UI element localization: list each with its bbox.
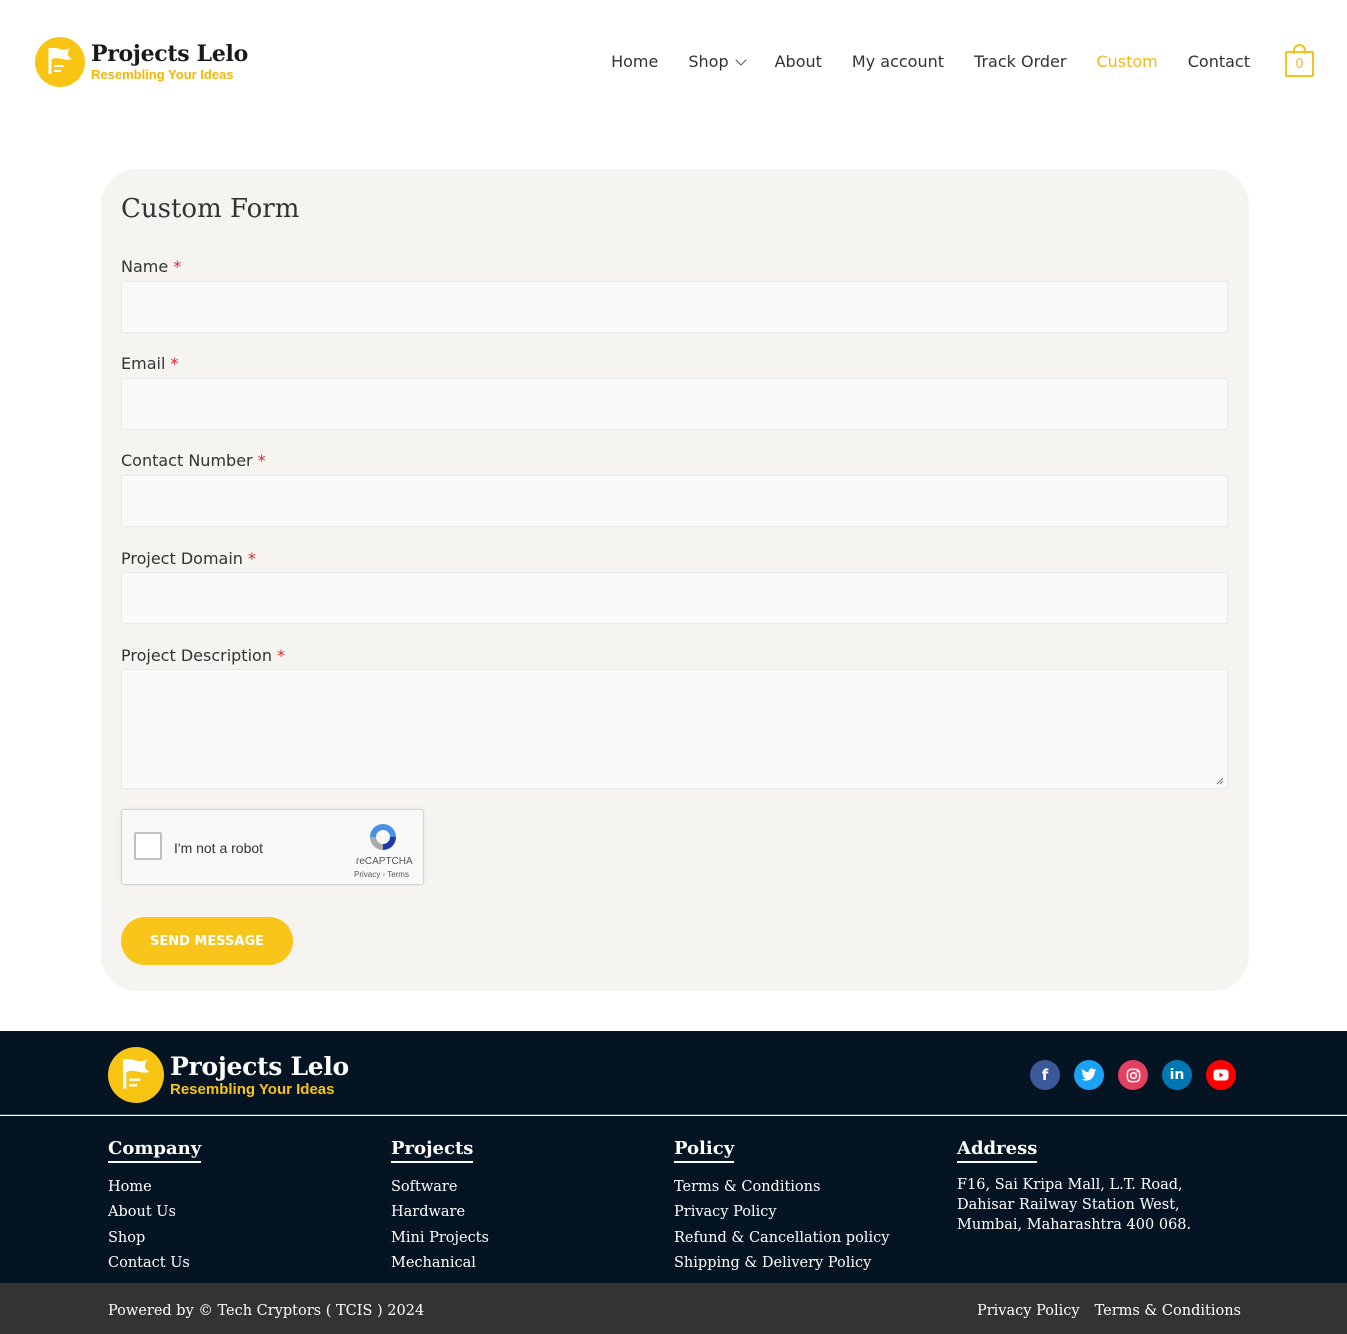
footer-bottom-bar: Powered by © Tech Cryptors ( TCIS ) 2024… [0,1283,1347,1334]
nav-about[interactable]: About [775,52,822,71]
footer-link-terms[interactable]: Terms & Conditions [674,1175,889,1200]
nav-shop-label: Shop [688,52,729,71]
name-input[interactable] [121,281,1228,333]
project-domain-input[interactable] [121,572,1228,624]
contact-number-label-text: Contact Number [121,451,253,470]
logo-tagline: Resembling Your Ideas [91,67,234,82]
send-message-button[interactable]: SEND MESSAGE [121,917,293,965]
project-description-label-text: Project Description [121,646,272,665]
powered-by-text: Powered by © Tech Cryptors ( TCIS ) 2024 [108,1303,425,1319]
required-asterisk: * [173,257,182,276]
footer-link-shipping[interactable]: Shipping & Delivery Policy [674,1251,889,1276]
footer-address-column: Address F16, Sai Kripa Mall, L.T. Road, … [957,1138,1232,1235]
footer-link-privacy[interactable]: Privacy Policy [674,1200,889,1225]
recaptcha-label: I'm not a robot [174,840,264,856]
name-label: Name * [121,257,181,276]
project-domain-label-text: Project Domain [121,549,243,568]
footer-link-mini-projects[interactable]: Mini Projects [391,1226,489,1251]
linkedin-icon[interactable]: in [1162,1060,1192,1090]
nav-track-order[interactable]: Track Order [974,52,1066,71]
project-domain-label: Project Domain * [121,549,256,568]
custom-form-card: Custom Form Name * Email * Contact Number *… [101,169,1249,991]
footer-logo-tagline: Resembling Your Ideas [170,1080,335,1098]
footer-bottom-links: Privacy Policy Terms & Conditions [962,1303,1241,1319]
footer-projects-column: Projects Software Hardware Mini Projects… [391,1138,489,1276]
resize-handle-icon[interactable] [1216,777,1224,785]
footer-policy-column: Policy Terms & Conditions Privacy Policy… [674,1138,889,1276]
facebook-icon[interactable]: f [1030,1060,1060,1090]
footer-company-heading: Company [108,1138,202,1163]
bottom-link-privacy[interactable]: Privacy Policy [977,1303,1080,1319]
logo-icon [108,1047,164,1103]
site-logo[interactable]: Projects Lelo Resembling Your Ideas [35,37,248,87]
project-description-textarea[interactable] [121,669,1228,789]
footer-address-heading: Address [957,1138,1038,1163]
footer-links-section: Company Home About Us Shop Contact Us Pr… [0,1116,1347,1283]
site-header: Projects Lelo Resembling Your Ideas Home… [0,0,1347,125]
nav-shop[interactable]: Shop [688,52,747,71]
footer-projects-heading: Projects [391,1138,474,1163]
contact-number-input[interactable] [121,475,1228,527]
footer-link-mechanical[interactable]: Mechanical [391,1251,489,1276]
footer-link-home[interactable]: Home [108,1175,201,1200]
project-description-label: Project Description * [121,646,285,665]
nav-home[interactable]: Home [611,52,658,71]
email-label: Email * [121,354,178,373]
footer-link-shop[interactable]: Shop [108,1226,201,1251]
email-label-text: Email [121,354,166,373]
twitter-icon[interactable] [1074,1060,1104,1090]
logo-title: Projects Lelo [91,41,248,67]
youtube-icon[interactable] [1206,1060,1236,1090]
nav-custom[interactable]: Custom [1096,52,1157,71]
cart-button[interactable]: 0 [1285,44,1314,77]
footer-link-about-us[interactable]: About Us [108,1200,201,1225]
required-asterisk: * [276,646,285,665]
footer-link-contact-us[interactable]: Contact Us [108,1251,201,1276]
chevron-down-icon [734,53,747,66]
recaptcha-links[interactable]: Privacy - Terms [354,870,409,879]
name-label-text: Name [121,257,169,276]
main-nav: Home Shop About My account Track Order C… [581,52,1250,71]
recaptcha-logo-icon [370,824,396,850]
cart-count: 0 [1285,51,1314,77]
footer-link-hardware[interactable]: Hardware [391,1200,489,1225]
social-links: f in [1016,1060,1236,1090]
recaptcha-widget: I'm not a robot reCAPTCHA Privacy - Term… [121,809,424,885]
bottom-link-terms[interactable]: Terms & Conditions [1095,1303,1241,1319]
email-input[interactable] [121,378,1228,430]
contact-number-label: Contact Number * [121,451,266,470]
required-asterisk: * [170,354,179,373]
form-title: Custom Form [121,194,300,224]
footer-company-column: Company Home About Us Shop Contact Us [108,1138,202,1276]
footer-policy-heading: Policy [674,1138,735,1163]
footer-address-text: F16, Sai Kripa Mall, L.T. Road, Dahisar … [957,1177,1192,1233]
recaptcha-checkbox[interactable] [134,832,162,860]
footer-logo[interactable]: Projects Lelo Resembling Your Ideas [108,1047,349,1103]
footer-top: Projects Lelo Resembling Your Ideas f in [0,1031,1347,1115]
logo-icon [35,37,85,87]
nav-contact[interactable]: Contact [1188,52,1250,71]
required-asterisk: * [247,549,256,568]
footer-logo-title: Projects Lelo [170,1051,349,1081]
instagram-icon[interactable] [1118,1060,1148,1090]
footer-link-refund[interactable]: Refund & Cancellation policy [674,1226,889,1251]
recaptcha-brand: reCAPTCHA [356,856,413,867]
required-asterisk: * [257,451,266,470]
nav-my-account[interactable]: My account [852,52,944,71]
footer-link-software[interactable]: Software [391,1175,489,1200]
